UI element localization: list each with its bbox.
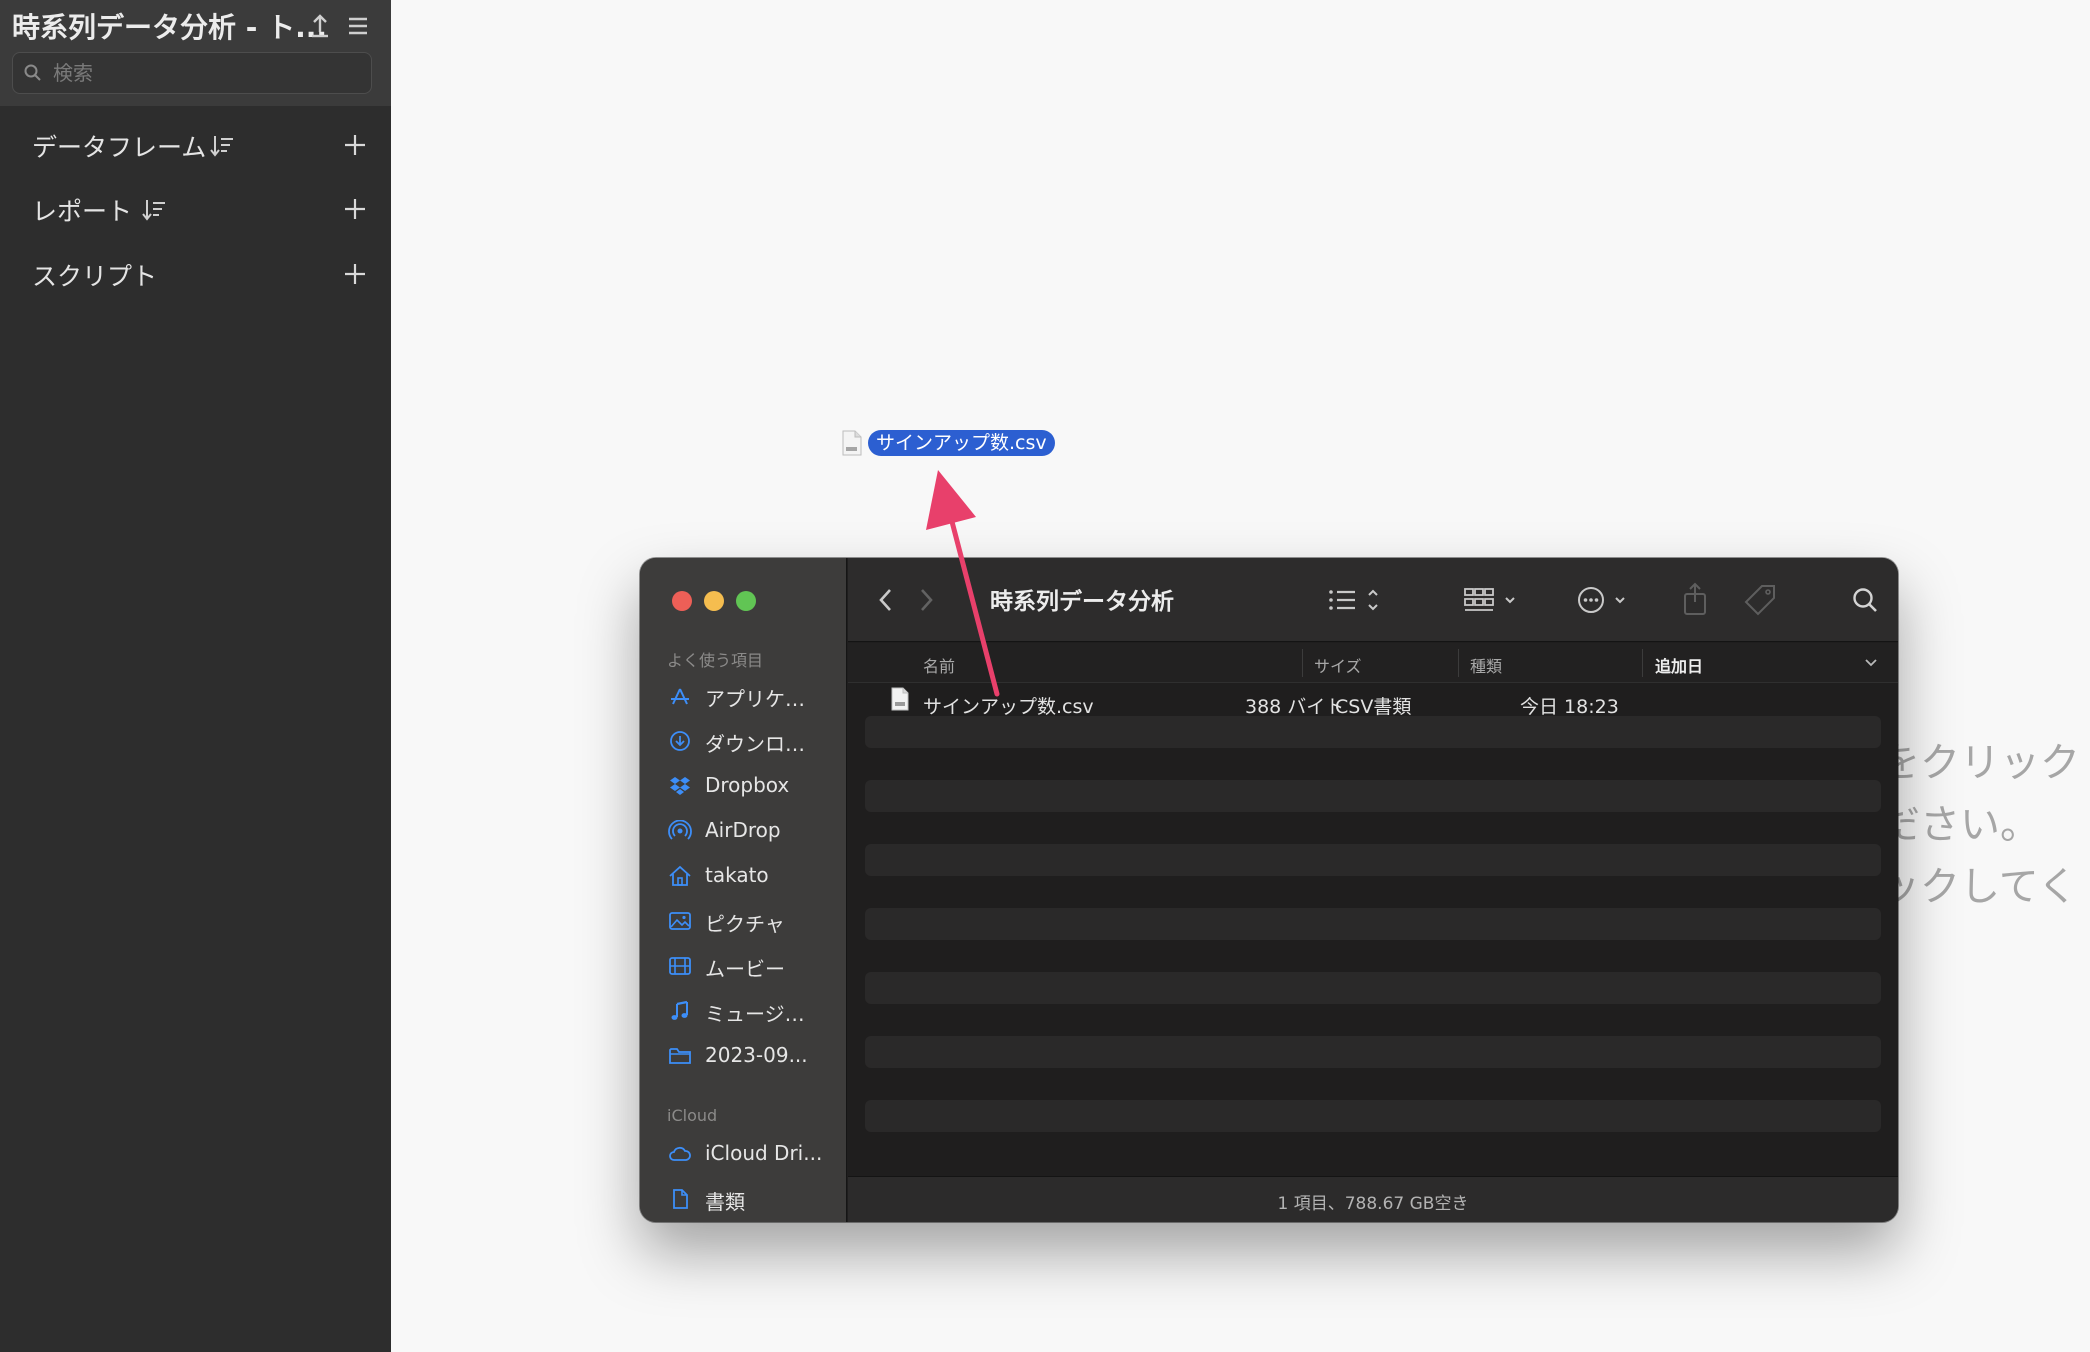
column-date-added[interactable]: 追加日: [1655, 653, 1703, 677]
minimize-window-button[interactable]: [704, 591, 724, 611]
sidebar-item-icloud-drive[interactable]: iCloud Dri...: [660, 1132, 840, 1176]
column-divider[interactable]: [1302, 649, 1303, 677]
status-text: 1 項目、788.67 GB空き: [1277, 1194, 1469, 1214]
add-report-icon[interactable]: [340, 194, 370, 224]
csv-file-icon: [891, 687, 909, 711]
empty-row: [865, 1100, 1881, 1132]
hint-line: をクリック: [1880, 740, 2080, 786]
add-script-icon[interactable]: [340, 259, 370, 289]
section-dataframes[interactable]: データフレーム: [0, 118, 391, 174]
file-date-added: 今日 18:23: [1520, 696, 1619, 718]
empty-row: [865, 1036, 1881, 1068]
sidebar-item-label: AirDrop: [705, 818, 781, 842]
sidebar-item-music[interactable]: ミュージ…: [660, 989, 840, 1033]
file-size: 388 バイト: [1245, 696, 1345, 718]
search-icon: [24, 64, 41, 81]
music-icon: [671, 1000, 688, 1020]
group-icon[interactable]: [1462, 580, 1522, 620]
forward-icon[interactable]: [914, 580, 938, 620]
dragged-file-icon[interactable]: [842, 430, 862, 456]
sidebar-item-home[interactable]: takato: [660, 854, 840, 898]
sidebar-item-airdrop[interactable]: AirDrop: [660, 809, 840, 853]
home-icon: [669, 865, 691, 886]
file-row[interactable]: サインアップ数.csv 388 バイト CSV書類 今日 18:23: [865, 684, 1881, 718]
sidebar-item-applications[interactable]: アプリケ…: [660, 674, 840, 718]
section-reports[interactable]: レポート: [0, 182, 391, 238]
sidebar-item-label: ムービー: [705, 957, 785, 981]
column-divider[interactable]: [1642, 649, 1643, 677]
hint-line: ックしてく: [1880, 864, 2078, 910]
tag-icon[interactable]: [1740, 580, 1780, 620]
section-scripts-label: スクリプト: [32, 262, 158, 291]
downloads-icon: [670, 731, 690, 751]
folder-icon: [669, 1048, 691, 1064]
status-bar: 1 項目、788.67 GB空き: [848, 1176, 1898, 1222]
list-view-icon[interactable]: [1326, 580, 1384, 620]
file-name: サインアップ数.csv: [923, 696, 1094, 718]
column-kind[interactable]: 種類: [1470, 653, 1502, 677]
app-title: 時系列データ分析 - ト...: [12, 11, 328, 44]
upload-icon[interactable]: [306, 8, 334, 42]
dropbox-icon: [670, 777, 690, 795]
pictures-icon: [669, 912, 691, 930]
empty-row: [865, 908, 1881, 940]
sidebar-item-label: iCloud Dri...: [705, 1141, 823, 1165]
airdrop-icon: [668, 820, 692, 840]
column-size[interactable]: サイズ: [1314, 653, 1362, 677]
add-dataframe-icon[interactable]: [340, 130, 370, 160]
sidebar-item-label: takato: [705, 863, 769, 887]
finder-toolbar: 時系列データ分析: [848, 558, 1898, 642]
section-scripts[interactable]: スクリプト: [0, 247, 391, 303]
empty-row: [865, 972, 1881, 1004]
sidebar-item-label: ミュージ…: [705, 1002, 805, 1026]
share-icon[interactable]: [1680, 580, 1710, 620]
sidebar-item-folder[interactable]: 2023-09...: [660, 1034, 840, 1078]
sidebar-item-label: 2023-09...: [705, 1043, 808, 1067]
section-dataframes-label: データフレーム: [32, 133, 207, 162]
empty-row: [865, 716, 1881, 748]
sidebar-item-dropbox[interactable]: Dropbox: [660, 764, 840, 808]
favorites-section-title: よく使う項目: [667, 651, 764, 670]
menu-icon[interactable]: [344, 8, 372, 42]
sort-descending-icon[interactable]: [1864, 657, 1878, 669]
search-input[interactable]: [51, 57, 361, 89]
section-reports-label: レポート: [32, 197, 133, 226]
search-icon[interactable]: [1850, 580, 1880, 620]
column-header: 名前 サイズ 種類 追加日: [848, 643, 1898, 683]
sidebar-item-label: ピクチャ: [705, 912, 785, 936]
file-list: サインアップ数.csv 388 バイト CSV書類 今日 18:23: [848, 684, 1898, 1184]
sidebar-item-label: Dropbox: [705, 773, 790, 797]
close-window-button[interactable]: [672, 591, 692, 611]
sort-icon[interactable]: [140, 196, 168, 224]
finder-sidebar: よく使う項目 アプリケ… ダウンロ… Dropbox AirDrop takat…: [640, 558, 847, 1222]
zoom-window-button[interactable]: [736, 591, 756, 611]
document-icon: [673, 1189, 688, 1209]
finder-title: 時系列データ分析: [990, 589, 1174, 615]
sidebar-item-label: アプリケ…: [705, 687, 805, 711]
sidebar-item-pictures[interactable]: ピクチャ: [660, 899, 840, 943]
search-field[interactable]: [12, 52, 372, 94]
sidebar-item-documents[interactable]: 書類: [660, 1177, 840, 1221]
sidebar-item-label: ダウンロ…: [705, 732, 805, 756]
sidebar-item-movies[interactable]: ムービー: [660, 944, 840, 988]
column-name[interactable]: 名前: [923, 653, 955, 677]
dragged-file-label[interactable]: サインアップ数.csv: [868, 430, 1055, 456]
hint-line: ださい。: [1880, 802, 2040, 848]
sort-icon[interactable]: [208, 132, 236, 160]
more-actions-icon[interactable]: [1576, 580, 1636, 620]
app-sidebar: 時系列データ分析 - ト... データフレーム: [0, 0, 391, 1352]
file-kind: CSV書類: [1335, 696, 1412, 718]
sidebar-item-label: 書類: [705, 1190, 745, 1214]
sidebar-item-downloads[interactable]: ダウンロ…: [660, 719, 840, 763]
icloud-icon: [669, 1146, 691, 1161]
column-divider[interactable]: [1458, 649, 1459, 677]
back-icon[interactable]: [874, 580, 898, 620]
finder-window: よく使う項目 アプリケ… ダウンロ… Dropbox AirDrop takat…: [640, 558, 1898, 1222]
empty-row: [865, 780, 1881, 812]
empty-row: [865, 844, 1881, 876]
icloud-section-title: iCloud: [667, 1106, 718, 1125]
applications-icon: [671, 688, 689, 705]
app-header: 時系列データ分析 - ト...: [0, 0, 391, 106]
movies-icon: [669, 957, 691, 975]
